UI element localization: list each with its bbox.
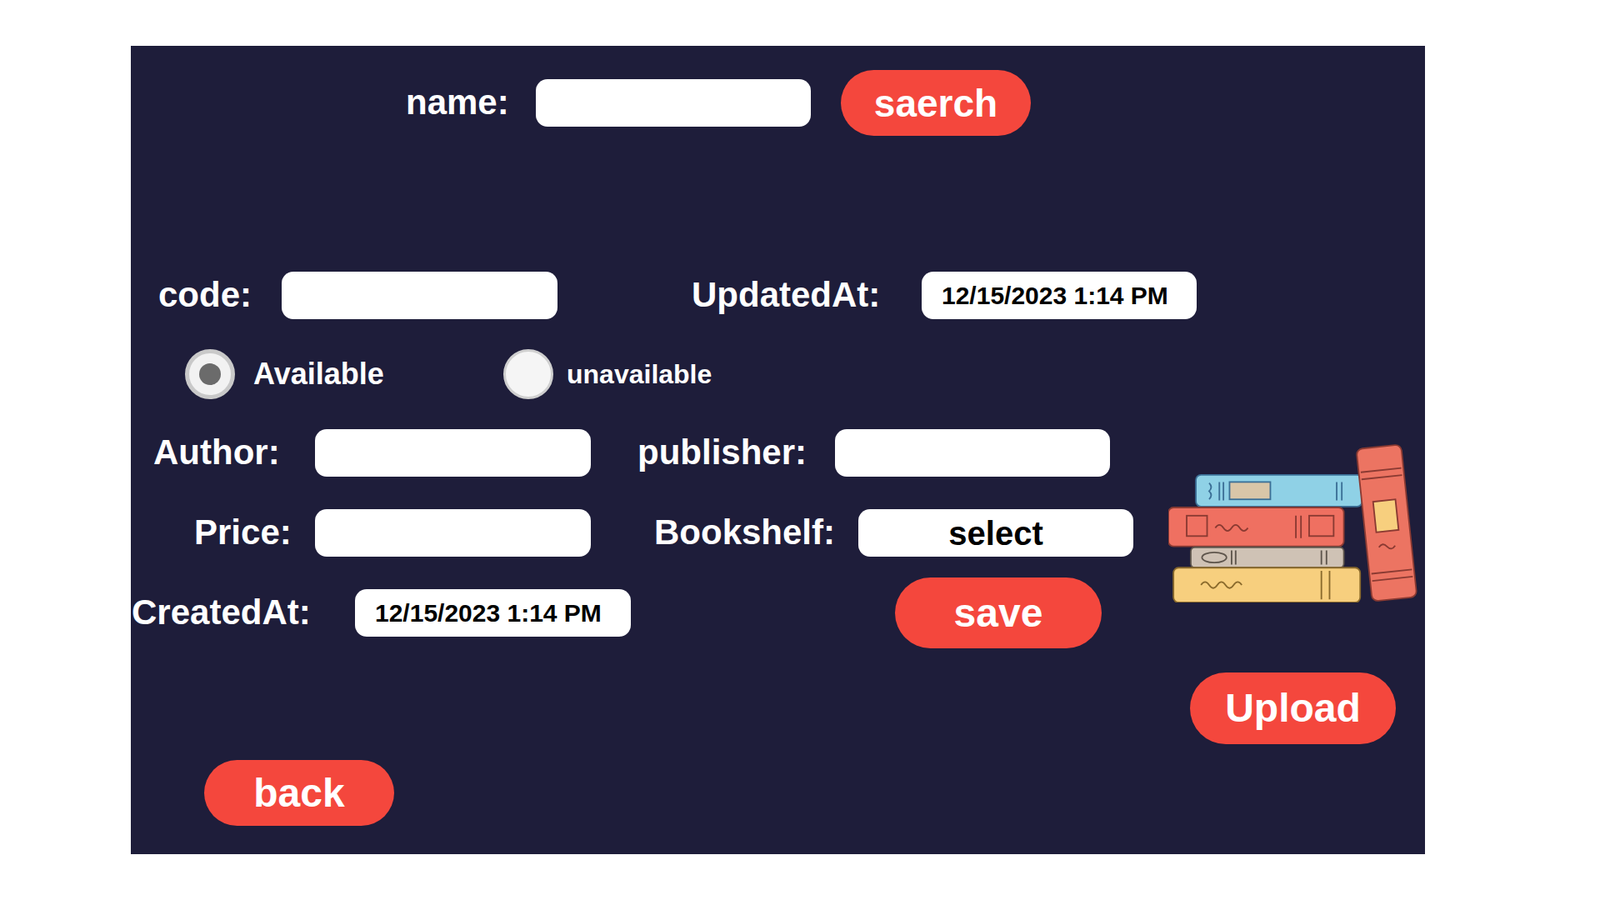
upload-row: Upload bbox=[130, 672, 1425, 745]
price-label: Price: bbox=[194, 510, 315, 555]
books-icon bbox=[1168, 444, 1419, 603]
status-radio[interactable]: unavailable bbox=[503, 349, 712, 400]
updated-at-label: UpdatedAt: bbox=[691, 273, 922, 318]
code-label: code: bbox=[158, 273, 282, 318]
name-label: name: bbox=[405, 80, 536, 125]
author-label: Author: bbox=[153, 430, 315, 475]
radio-label: unavailable bbox=[566, 354, 712, 395]
author-input[interactable] bbox=[315, 429, 591, 477]
price-input[interactable] bbox=[315, 509, 591, 557]
search-button[interactable]: saerch bbox=[840, 70, 1031, 136]
radio-circle[interactable] bbox=[185, 349, 235, 400]
radio-label: Available bbox=[253, 351, 385, 397]
created-at-label: CreatedAt: bbox=[131, 590, 355, 635]
book-form-panel: name: saerch code: UpdatedAt: Available unava… bbox=[130, 45, 1425, 855]
author-row: Author: publisher: bbox=[130, 429, 1169, 477]
bookshelf-select[interactable]: select bbox=[858, 509, 1134, 557]
price-row: Price: Bookshelf:select bbox=[130, 509, 1169, 557]
updated-at-input[interactable] bbox=[921, 271, 1197, 320]
radio-circle[interactable] bbox=[503, 349, 554, 400]
search-row: name: saerch bbox=[130, 70, 1425, 136]
created-at-input[interactable] bbox=[355, 589, 631, 637]
upload-button[interactable]: Upload bbox=[1190, 672, 1396, 745]
publisher-input[interactable] bbox=[835, 429, 1110, 477]
status-radio[interactable]: Available bbox=[185, 349, 504, 400]
code-input[interactable] bbox=[281, 271, 558, 320]
details-column: Author: publisher: Price: Bookshelf:select C… bbox=[130, 429, 1169, 649]
back-row: back bbox=[130, 760, 1425, 826]
page: name: saerch code: UpdatedAt: Available unava… bbox=[0, 0, 1600, 900]
publisher-label: publisher: bbox=[637, 430, 835, 475]
back-button[interactable]: back bbox=[204, 760, 395, 826]
radio-dot bbox=[199, 363, 221, 385]
code-row: code: UpdatedAt: bbox=[130, 271, 1425, 320]
save-button[interactable]: save bbox=[895, 577, 1102, 649]
bookshelf-label: Bookshelf: bbox=[654, 510, 859, 555]
created-row: CreatedAt: save bbox=[130, 577, 1169, 649]
status-row: Available unavailable bbox=[130, 347, 1425, 400]
details-area: Author: publisher: Price: Bookshelf:select C… bbox=[130, 429, 1425, 649]
name-input[interactable] bbox=[535, 79, 811, 127]
